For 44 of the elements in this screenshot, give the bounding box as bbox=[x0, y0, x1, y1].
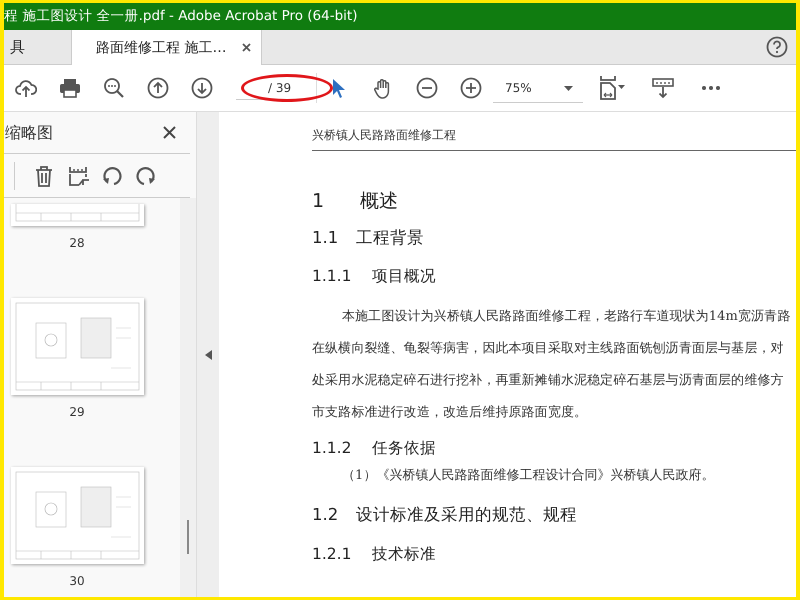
panel-title: 缩略图 bbox=[5, 122, 53, 144]
page-header: 兴桥镇人民路路面维修工程 bbox=[312, 126, 796, 151]
collapse-icon bbox=[204, 350, 212, 360]
section-heading: 1.1 工程背景 bbox=[312, 226, 425, 248]
help-icon[interactable] bbox=[766, 36, 788, 58]
zoom-out-icon[interactable] bbox=[416, 77, 438, 99]
print-icon[interactable] bbox=[59, 77, 81, 99]
tab[interactable]: 路面维修工程 施工… bbox=[71, 30, 262, 66]
zoom-dropdown[interactable]: 75% bbox=[493, 73, 583, 103]
page-number: 28 bbox=[69, 235, 85, 252]
zoom-in-icon[interactable] bbox=[460, 77, 482, 99]
list-item: （1）《兴桥镇人民路路面维修工程设计合同》兴桥镇人民政府。 bbox=[341, 466, 716, 485]
close-icon[interactable] bbox=[163, 126, 176, 139]
rotate-left-icon[interactable] bbox=[101, 164, 123, 186]
page-total: / 39 bbox=[268, 80, 292, 97]
window-title: 程 施工图设计 全一册.pdf - Adobe Acrobat Pro (64-bit) bbox=[4, 3, 796, 30]
page-number: 29 bbox=[69, 404, 85, 421]
page-thumbnail[interactable] bbox=[10, 467, 144, 564]
section-heading: 1.1.2 任务依据 bbox=[312, 438, 437, 458]
paragraph-line: 处采用水泥稳定碎石进行挖补，再重新摊铺水泥稳定碎石基层与沥青面层的维修方 bbox=[312, 372, 785, 390]
collapse-handle[interactable] bbox=[197, 112, 219, 597]
ruler-download-icon bbox=[652, 77, 674, 99]
page-thumbnail[interactable] bbox=[10, 298, 144, 395]
section-heading: 1 概述 bbox=[312, 189, 399, 214]
paragraph-line: 市支路标准进行改造，改造后维持原路面宽度。 bbox=[312, 404, 588, 422]
tab[interactable]: 具 bbox=[4, 30, 31, 64]
arrow-up-icon[interactable] bbox=[147, 77, 169, 99]
zoom-search-icon[interactable] bbox=[103, 77, 125, 99]
trash-icon[interactable] bbox=[33, 164, 55, 186]
arrow-down-icon[interactable] bbox=[191, 77, 213, 99]
crop-page-icon[interactable] bbox=[67, 164, 89, 186]
cloud-upload-icon[interactable] bbox=[15, 77, 37, 99]
paragraph-line: 本施工图设计为兴桥镇人民路路面维修工程，老路行车道现状为14m宽沥青路 bbox=[341, 308, 792, 326]
close-icon[interactable] bbox=[242, 43, 252, 52]
rotate-right-icon[interactable] bbox=[135, 164, 157, 186]
page-number: 30 bbox=[69, 573, 85, 590]
section-heading: 1.1.1 项目概况 bbox=[312, 266, 437, 288]
caret-icon bbox=[564, 86, 573, 91]
scrollbar[interactable] bbox=[180, 198, 196, 597]
section-heading: 1.2.1 技术标准 bbox=[312, 544, 437, 565]
page-thumbnail[interactable] bbox=[10, 204, 144, 226]
fit-page-icon[interactable] bbox=[599, 76, 625, 100]
paragraph-line: 在纵横向裂缝、龟裂等病害，因此本项目采取对主线路面铣刨沥青面层与基层，对 bbox=[312, 340, 785, 358]
section-heading: 1.2 设计标准及采用的规范、规程 bbox=[312, 504, 578, 526]
